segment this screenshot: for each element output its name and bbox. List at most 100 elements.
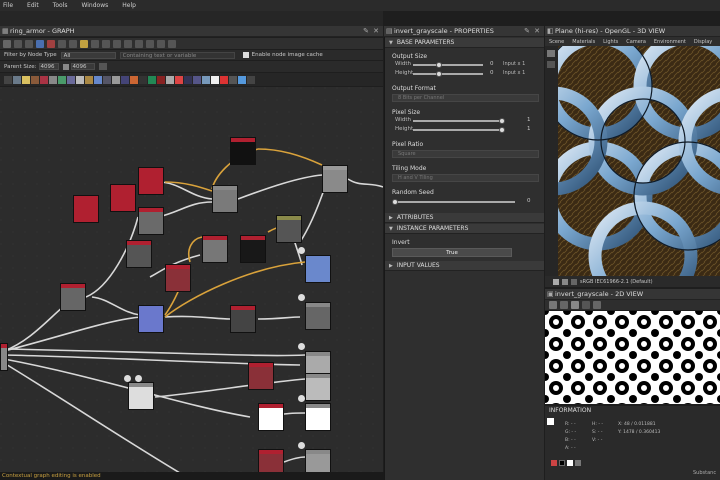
channel-icon[interactable] — [562, 278, 568, 285]
pixel-width-value[interactable]: 1 — [527, 117, 531, 123]
node-output-5[interactable] — [305, 449, 331, 473]
palette-vector-icon[interactable] — [238, 75, 246, 84]
pixel-height-value[interactable]: 1 — [527, 126, 531, 132]
search-input[interactable]: Containing text or variable — [119, 51, 235, 59]
tiling-mode-select[interactable]: H and V Tiling — [392, 174, 539, 182]
align-icon[interactable] — [58, 39, 66, 48]
palette-output-icon[interactable] — [211, 75, 219, 84]
node-mask[interactable] — [240, 235, 266, 263]
node-pattern-2[interactable] — [128, 382, 154, 410]
palette-pattern-icon[interactable] — [157, 75, 165, 84]
node-dark[interactable] — [230, 305, 256, 333]
palette-fx-icon[interactable] — [112, 75, 120, 84]
pin-node-icon[interactable] — [36, 39, 44, 48]
width-relative[interactable]: Input x 1 — [503, 61, 525, 67]
node-red-5[interactable] — [248, 362, 274, 390]
fit-icon[interactable] — [549, 301, 557, 309]
palette-filter-icon[interactable] — [175, 75, 183, 84]
node-output-4[interactable] — [305, 403, 331, 431]
camera-icon[interactable] — [547, 50, 555, 57]
palette-pixel-icon[interactable] — [121, 75, 129, 84]
graph-canvas[interactable] — [0, 87, 383, 473]
zoom-icon[interactable] — [146, 39, 154, 48]
palette-tile-icon[interactable] — [166, 75, 174, 84]
section-attributes[interactable]: ▶ ATTRIBUTES — [385, 213, 544, 223]
zoom-icon[interactable] — [560, 301, 568, 309]
node-red-3[interactable] — [73, 195, 99, 223]
channel-black-icon[interactable] — [559, 460, 565, 466]
tile-icon[interactable] — [571, 301, 579, 309]
palette-more-icon[interactable] — [247, 75, 255, 84]
height-value[interactable]: 0 — [490, 70, 494, 76]
reset-icon[interactable] — [98, 63, 107, 70]
node-output-3[interactable] — [305, 373, 331, 401]
palette-atomic-icon[interactable] — [4, 75, 12, 84]
menu-file[interactable]: File — [3, 2, 13, 9]
channel-rgb-icon[interactable] — [551, 460, 557, 466]
menu-tools[interactable]: Tools — [53, 2, 68, 9]
pixel-width-slider[interactable] — [413, 120, 503, 122]
palette-warp-icon[interactable] — [103, 75, 111, 84]
size-select[interactable]: 4096 — [70, 63, 95, 70]
comment-icon[interactable] — [25, 39, 33, 48]
layout-icon[interactable] — [80, 39, 88, 48]
light-icon[interactable] — [547, 61, 555, 68]
view3d-tab-materials[interactable]: Materials — [572, 39, 595, 45]
grid-icon[interactable] — [91, 39, 99, 48]
node-red-4[interactable] — [165, 264, 191, 292]
view3d-tab-environment[interactable]: Environment — [654, 39, 686, 45]
node-white-1[interactable] — [258, 403, 284, 431]
render-icon[interactable] — [553, 278, 559, 285]
display-icon[interactable] — [571, 278, 577, 285]
random-seed-value[interactable]: 0 — [527, 198, 531, 204]
palette-svg-icon[interactable] — [130, 75, 138, 84]
palette-input-icon[interactable] — [220, 75, 228, 84]
export-icon[interactable] — [593, 301, 601, 309]
settings-icon[interactable] — [168, 39, 176, 48]
info-icon[interactable] — [582, 301, 590, 309]
node-noise-2[interactable] — [60, 283, 86, 311]
invert-toggle-button[interactable]: True — [392, 248, 512, 257]
node-invert-grayscale[interactable] — [305, 255, 331, 283]
link-icon[interactable] — [62, 63, 69, 70]
random-seed-knob[interactable] — [392, 199, 398, 205]
node-input[interactable] — [0, 343, 8, 371]
palette-material-icon[interactable] — [193, 75, 201, 84]
output-format-select[interactable]: 8 Bits per Channel — [392, 94, 539, 102]
channel-white-icon[interactable] — [567, 460, 573, 466]
section-input-values[interactable]: ▶ INPUT VALUES — [385, 261, 544, 271]
bookmark-icon[interactable] — [47, 39, 55, 48]
close-icon[interactable]: ✕ — [373, 27, 379, 35]
pixel-height-slider[interactable] — [413, 129, 503, 131]
node-gray-1[interactable] — [138, 207, 164, 235]
width-value[interactable]: 0 — [490, 61, 494, 67]
palette-channels-icon[interactable] — [40, 75, 48, 84]
view2d-viewport[interactable] — [545, 311, 720, 404]
palette-uniform-icon[interactable] — [13, 75, 21, 84]
view3d-tab-camera[interactable]: Camera — [626, 39, 646, 45]
height-relative[interactable]: Input x 1 — [503, 70, 525, 76]
node-noise-1[interactable] — [126, 240, 152, 268]
select-icon[interactable] — [135, 39, 143, 48]
palette-blend-icon[interactable] — [22, 75, 30, 84]
pixel-height-knob[interactable] — [499, 127, 505, 133]
node-blend-1[interactable] — [212, 185, 238, 213]
view3d-viewport[interactable] — [558, 46, 720, 276]
node-red-6[interactable] — [258, 449, 284, 473]
node-normal[interactable] — [138, 305, 164, 333]
preview-icon[interactable] — [157, 39, 165, 48]
node-output-1[interactable] — [305, 302, 331, 330]
width-slider-knob[interactable] — [436, 62, 442, 68]
parent-size-select[interactable]: 4096 — [38, 63, 59, 70]
height-slider[interactable] — [413, 73, 483, 75]
pixel-ratio-select[interactable]: Square — [392, 150, 539, 158]
histogram-icon[interactable] — [575, 460, 581, 466]
pin-icon[interactable]: ✎ — [524, 27, 530, 35]
node-levels[interactable] — [202, 235, 228, 263]
palette-mesh-icon[interactable] — [202, 75, 210, 84]
random-seed-slider[interactable] — [395, 201, 515, 203]
palette-levels-icon[interactable] — [76, 75, 84, 84]
filter-select[interactable]: All — [60, 51, 116, 59]
palette-gradient-icon[interactable] — [58, 75, 66, 84]
view3d-tab-display[interactable]: Display — [694, 39, 712, 45]
